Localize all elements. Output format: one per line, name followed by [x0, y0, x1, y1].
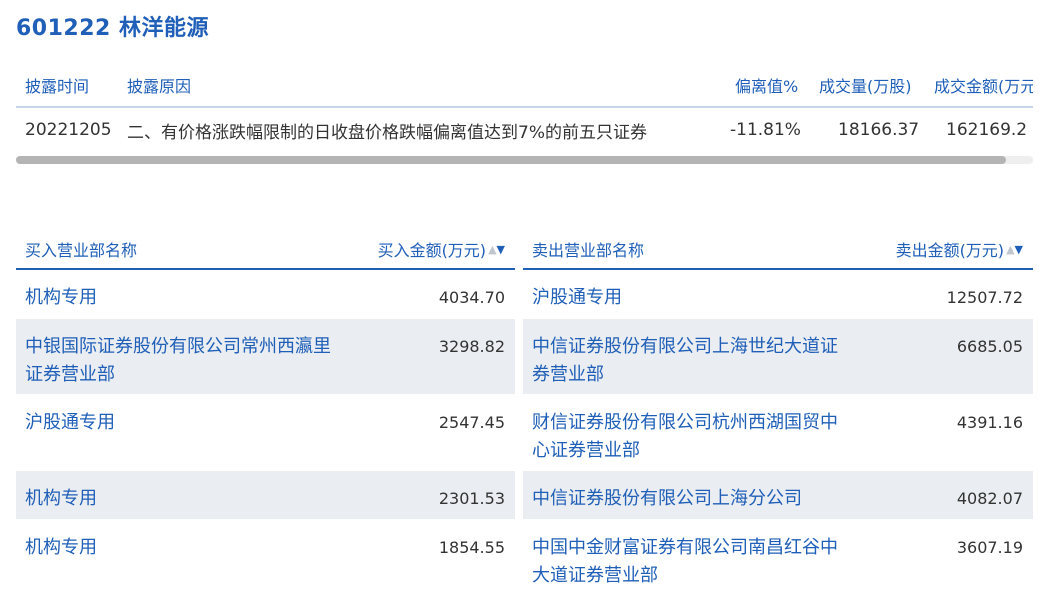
sort-up-icon[interactable]: ▲	[1006, 243, 1014, 256]
sell-table-header: 卖出营业部名称 卖出金额(万元) ▲ ▼	[523, 230, 1033, 270]
sell-branch-name[interactable]: 中信证券股份有限公司上海世纪大道证券营业部	[532, 333, 852, 389]
buy-branch-name[interactable]: 中银国际证券股份有限公司常州西瀛里证券营业部	[25, 333, 345, 389]
table-row: 机构专用 1854.55	[16, 520, 515, 596]
buy-table-header: 买入营业部名称 买入金额(万元) ▲ ▼	[16, 230, 515, 270]
buy-amount: 2301.53	[438, 489, 505, 508]
amount-value: 162169.2	[946, 120, 1028, 140]
buy-branch-name[interactable]: 机构专用	[25, 284, 345, 312]
sort-down-icon[interactable]: ▼	[497, 243, 505, 256]
horizontal-scrollbar[interactable]	[16, 156, 1033, 164]
header-disclosure-date[interactable]: 披露时间	[25, 64, 89, 106]
sell-branch-name[interactable]: 沪股通专用	[532, 284, 852, 312]
table-row: 机构专用 4034.70	[16, 270, 515, 319]
sell-amount: 12507.72	[946, 288, 1023, 307]
sell-header-amount-label[interactable]: 卖出金额(万元)	[896, 237, 1005, 261]
buy-branch-name[interactable]: 机构专用	[25, 485, 345, 513]
disclosure-table: 披露时间 披露原因 偏离值% 成交量(万股) 成交金额(万元 20221205 …	[16, 64, 1033, 156]
table-row: 财信证券股份有限公司杭州西湖国贸中心证券营业部 4391.16	[523, 395, 1033, 471]
table-row: 中信证券股份有限公司上海分公司 4082.07	[523, 471, 1033, 520]
table-row: 沪股通专用 12507.72	[523, 270, 1033, 319]
buy-header-amount-label[interactable]: 买入金额(万元)	[378, 237, 487, 261]
disclosure-date: 20221205	[25, 120, 112, 140]
deviation-value: -11.81%	[730, 120, 801, 140]
sell-branch-name[interactable]: 中信证券股份有限公司上海分公司	[532, 485, 852, 513]
header-disclosure-reason[interactable]: 披露原因	[127, 64, 191, 106]
sell-amount: 4082.07	[956, 489, 1023, 508]
sell-branch-name[interactable]: 财信证券股份有限公司杭州西湖国贸中心证券营业部	[532, 409, 852, 465]
volume-value: 18166.37	[838, 120, 920, 140]
table-row: 中信证券股份有限公司上海世纪大道证券营业部 6685.05	[523, 319, 1033, 395]
buy-amount: 4034.70	[438, 288, 505, 307]
sell-table: 卖出营业部名称 卖出金额(万元) ▲ ▼ 沪股通专用 12507.72 中信证券…	[523, 230, 1033, 598]
sell-header-amount[interactable]: 卖出金额(万元) ▲ ▼	[896, 230, 1023, 268]
header-volume[interactable]: 成交量(万股)	[819, 64, 912, 106]
disclosure-row: 20221205 二、有价格涨跌幅限制的日收盘价格跌幅偏离值达到7%的前五只证券…	[16, 108, 1033, 152]
sort-up-down-icon[interactable]: ▲ ▼	[488, 243, 505, 256]
buy-amount: 3298.82	[438, 337, 505, 356]
header-deviation[interactable]: 偏离值%	[735, 64, 798, 106]
sell-header-name: 卖出营业部名称	[532, 241, 645, 260]
disclosure-table-header: 披露时间 披露原因 偏离值% 成交量(万股) 成交金额(万元	[16, 64, 1033, 108]
buy-branch-name[interactable]: 机构专用	[25, 534, 345, 562]
buy-header-name: 买入营业部名称	[25, 241, 138, 260]
sell-amount: 3607.19	[956, 538, 1023, 557]
table-row: 沪股通专用 2547.45	[16, 395, 515, 471]
header-amount[interactable]: 成交金额(万元	[934, 64, 1033, 106]
table-row: 中银国际证券股份有限公司常州西瀛里证券营业部 3298.82	[16, 319, 515, 395]
scrollbar-thumb[interactable]	[16, 156, 1006, 164]
buy-branch-name[interactable]: 沪股通专用	[25, 409, 345, 437]
sort-down-icon[interactable]: ▼	[1015, 243, 1023, 256]
sell-amount: 4391.16	[956, 413, 1023, 432]
sort-up-down-icon[interactable]: ▲ ▼	[1006, 243, 1023, 256]
page-title: 601222 林洋能源	[16, 16, 210, 41]
buy-table: 买入营业部名称 买入金额(万元) ▲ ▼ 机构专用 4034.70 中银国际证券…	[16, 230, 515, 598]
sell-branch-name[interactable]: 中国中金财富证券有限公司南昌红谷中大道证券营业部	[532, 534, 852, 590]
sell-amount: 6685.05	[956, 337, 1023, 356]
buy-amount: 2547.45	[438, 413, 505, 432]
buy-header-amount[interactable]: 买入金额(万元) ▲ ▼	[378, 230, 505, 268]
table-row: 中国中金财富证券有限公司南昌红谷中大道证券营业部 3607.19	[523, 520, 1033, 596]
sell-rows: 沪股通专用 12507.72 中信证券股份有限公司上海世纪大道证券营业部 668…	[523, 270, 1033, 596]
sort-up-icon[interactable]: ▲	[488, 243, 496, 256]
table-row: 机构专用 2301.53	[16, 471, 515, 520]
buy-amount: 1854.55	[438, 538, 505, 557]
disclosure-reason: 二、有价格涨跌幅限制的日收盘价格跌幅偏离值达到7%的前五只证券	[127, 122, 647, 143]
buy-rows: 机构专用 4034.70 中银国际证券股份有限公司常州西瀛里证券营业部 3298…	[16, 270, 515, 596]
